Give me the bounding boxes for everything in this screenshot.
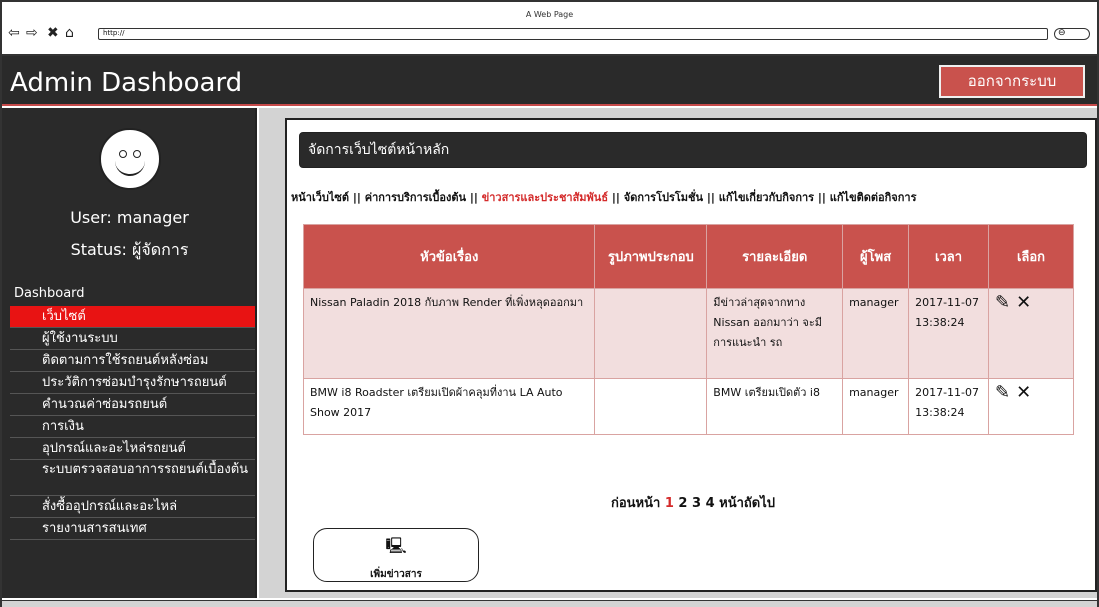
cell-image [594,288,708,379]
logout-button[interactable]: ออกจากระบบ [939,65,1085,98]
user-status: Status: ผู้จัดการ [70,240,189,259]
tab-separator: || [703,191,719,204]
status-bar [2,600,1097,607]
pagination-page-1[interactable]: 1 [665,496,674,511]
avatar-eye-right [133,150,141,158]
page-title: Admin Dashboard [10,68,243,98]
edit-icon[interactable]: ✎ [995,382,1010,403]
tab-about[interactable]: แก้ไขเกี่ยวกับกิจการ [719,191,814,204]
pagination: ก่อนหน้า 1 2 3 4 หน้าถัดไป [287,492,1099,513]
sidebar: User: manager Status: ผู้จัดการ Dashboar… [2,108,257,598]
sidebar-item-diagnosis[interactable]: ระบบตรวจสอบอาการรถยนต์เบื้องต้น [10,460,255,496]
cell-time: 2017-11-07 13:38:24 [908,378,990,435]
sidebar-item-car-tracking[interactable]: ติดตามการใช้รถยนต์หลังซ่อม [10,350,255,372]
url-bar[interactable]: http:// [98,28,1048,40]
tab-promotions[interactable]: จัดการโปรโมชั่น [624,191,703,204]
table-header-row: หัวข้อเรื่อง รูปภาพประกอบ รายละเอียด ผู้… [302,224,1074,289]
column-header-poster: ผู้โพส [842,224,910,289]
column-header-time: เวลา [908,224,990,289]
cell-detail: BMW เตรียมเปิดตัว i8 [706,378,844,435]
cell-title: BMW i8 Roadster เตรียมเปิดผ้าคลุมที่งาน … [302,378,596,435]
pagination-prev[interactable]: ก่อนหน้า [611,496,660,511]
close-icon[interactable]: ✖ [47,26,59,40]
add-news-label: เพิ่มข่าวสาร [370,569,422,580]
sidebar-section-title: Dashboard [14,286,85,301]
avatar [99,128,161,190]
browser-window: A Web Page ⇦ ⇨ ✖ ⌂ http:// ⊖ Admin Dashb… [0,0,1099,607]
search-field[interactable]: ⊖ [1054,28,1090,40]
pagination-page-4[interactable]: 4 [706,496,715,511]
delete-icon[interactable]: ✕ [1016,292,1031,313]
pagination-next[interactable]: หน้าถัดไป [719,496,775,511]
search-icon: ⊖ [1058,28,1066,38]
back-arrow-icon[interactable]: ⇦ [8,26,20,40]
window-title: A Web Page [525,10,574,19]
avatar-eye-left [119,150,127,158]
cell-poster: manager [842,288,910,379]
tab-separator: || [349,191,365,204]
sidebar-item-parts[interactable]: อุปกรณ์และอะไหล่รถยนต์ [10,438,255,460]
column-header-detail: รายละเอียด [706,224,844,289]
cell-actions: ✎ ✕ [988,378,1074,435]
add-news-button[interactable]: 🖳 เพิ่มข่าวสาร [313,528,479,582]
tab-separator: || [814,191,830,204]
tab-contact[interactable]: แก้ไขติดต่อกิจการ [830,191,917,204]
panel-title: จัดการเว็บไซต์หน้าหลัก [299,132,1087,168]
cell-detail: มีข่าวล่าสุดจากทาง Nissan ออกมาว่า จะมีก… [706,288,844,379]
pagination-page-2[interactable]: 2 [678,496,687,511]
forward-arrow-icon[interactable]: ⇨ [26,26,38,40]
sidebar-nav: เว็บไซต์ ผู้ใช้งานระบบ ติดตามการใช้รถยนต… [10,306,255,540]
tab-separator: || [608,191,624,204]
cell-actions: ✎ ✕ [988,288,1074,379]
column-header-title: หัวข้อเรื่อง [302,224,596,289]
sidebar-item-reports[interactable]: รายงานสารสนเทศ [10,518,255,540]
sub-nav: หน้าเว็บไซต์ || ค่าการบริการเบื้องต้น ||… [291,188,1091,206]
sidebar-item-repair-history[interactable]: ประวัติการซ่อมบำรุงรักษารถยนต์ [10,372,255,394]
cell-image [594,378,708,435]
avatar-mouth [115,158,145,176]
sidebar-item-order-parts[interactable]: สั่งซื้ออุปกรณ์และอะไหล่ [10,496,255,518]
sidebar-item-users[interactable]: ผู้ใช้งานระบบ [10,328,255,350]
delete-icon[interactable]: ✕ [1016,382,1031,403]
sidebar-item-website[interactable]: เว็บไซต์ [10,306,255,328]
cell-poster: manager [842,378,910,435]
cell-title: Nissan Paladin 2018 กับภาพ Render ที่เพิ… [302,288,596,379]
user-name: User: manager [70,208,189,227]
column-header-select: เลือก [988,224,1074,289]
pagination-page-3[interactable]: 3 [692,496,701,511]
tab-separator: || [466,191,482,204]
computer-icon: 🖳 [385,536,407,555]
column-header-image: รูปภาพประกอบ [594,224,708,289]
tab-news[interactable]: ข่าวสารและประชาสัมพันธ์ [482,191,608,204]
app-header: Admin Dashboard ออกจากระบบ [2,56,1097,106]
sidebar-item-repair-cost[interactable]: คำนวณค่าซ่อมรถยนต์ [10,394,255,416]
cell-time: 2017-11-07 13:38:24 [908,288,990,379]
browser-chrome: A Web Page ⇦ ⇨ ✖ ⌂ http:// ⊖ [2,2,1097,56]
table-row: BMW i8 Roadster เตรียมเปิดผ้าคลุมที่งาน … [302,378,1074,435]
main-content: จัดการเว็บไซต์หน้าหลัก หน้าเว็บไซต์ || ค… [259,108,1097,598]
news-table: หัวข้อเรื่อง รูปภาพประกอบ รายละเอียด ผู้… [302,224,1074,435]
edit-icon[interactable]: ✎ [995,292,1010,313]
tab-website[interactable]: หน้าเว็บไซต์ [291,191,349,204]
home-icon[interactable]: ⌂ [65,26,74,40]
sidebar-item-finance[interactable]: การเงิน [10,416,255,438]
content-panel: จัดการเว็บไซต์หน้าหลัก หน้าเว็บไซต์ || ค… [285,118,1097,592]
tab-service-fees[interactable]: ค่าการบริการเบื้องต้น [365,191,466,204]
table-row: Nissan Paladin 2018 กับภาพ Render ที่เพิ… [302,288,1074,379]
